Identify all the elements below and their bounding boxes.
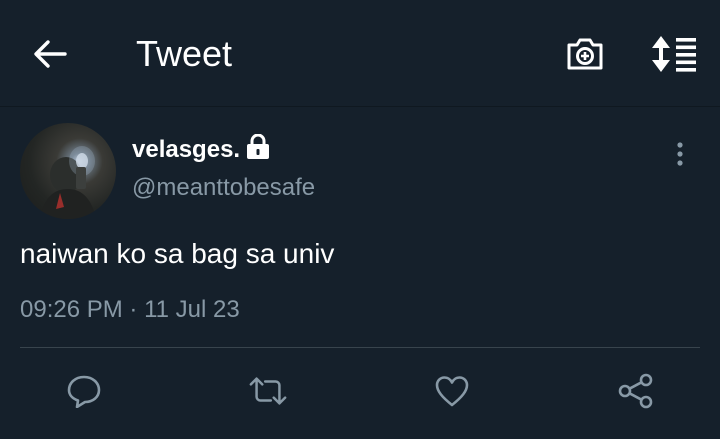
tweet-timestamp: 09:26 PM · 11 Jul 23 [20, 295, 240, 325]
top-app-bar: Tweet [0, 0, 720, 107]
avatar-photo [40, 146, 96, 219]
page-title: Tweet [136, 33, 233, 74]
lock-icon [247, 134, 269, 159]
divider [20, 347, 700, 348]
more-options-button[interactable] [668, 139, 692, 169]
meta-separator: · [129, 296, 138, 323]
like-button[interactable] [432, 371, 472, 411]
retweet-icon [249, 377, 287, 405]
retweet-button[interactable] [248, 371, 288, 411]
back-button[interactable] [30, 36, 70, 72]
sort-button[interactable] [648, 32, 700, 76]
more-vertical-icon [677, 142, 683, 166]
username[interactable]: @meanttobesafe [132, 173, 315, 203]
display-name[interactable]: velasges. [132, 135, 240, 165]
heart-icon [435, 376, 469, 407]
sort-list-icon [652, 36, 696, 72]
avatar[interactable] [20, 123, 116, 219]
tweet-date: 11 Jul 23 [144, 296, 240, 323]
tweet-time: 09:26 PM [20, 296, 123, 323]
reply-icon [67, 375, 101, 408]
share-icon [618, 373, 653, 409]
arrow-left-icon [34, 40, 67, 68]
camera-button[interactable] [562, 34, 608, 74]
tweet-text: naiwan ko sa bag sa univ [20, 238, 335, 269]
share-button[interactable] [616, 371, 656, 411]
camera-plus-icon [567, 38, 603, 70]
tweet-card[interactable]: velasges. @meanttobesafe naiwan ko sa ba… [0, 107, 720, 439]
reply-button[interactable] [64, 371, 104, 411]
tweet-detail-screen: Tweet velasges. @meanttobesafe naiwan ko… [0, 0, 720, 439]
